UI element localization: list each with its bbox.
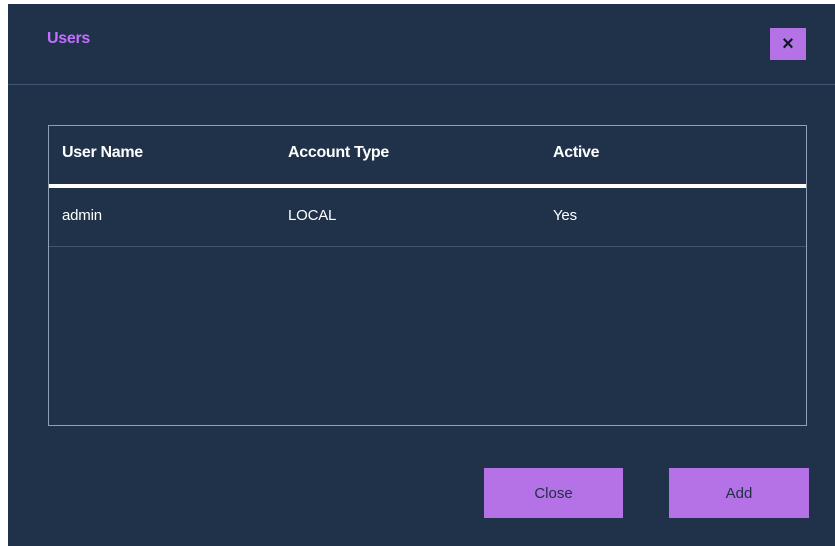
table-row[interactable]: admin LOCAL Yes: [49, 188, 806, 247]
users-table: User Name Account Type Active admin LOCA…: [48, 125, 807, 426]
close-icon[interactable]: ×: [770, 28, 806, 60]
cell-user-name: admin: [62, 207, 102, 224]
table-header: User Name Account Type Active: [49, 126, 806, 188]
close-button[interactable]: Close: [484, 468, 623, 518]
dialog-header: Users ×: [8, 4, 835, 85]
users-dialog: Users × User Name Account Type Active ad…: [8, 4, 835, 546]
cell-active: Yes: [553, 207, 577, 224]
column-header-user-name[interactable]: User Name: [62, 144, 143, 162]
column-header-account-type[interactable]: Account Type: [288, 144, 389, 162]
add-button[interactable]: Add: [669, 468, 809, 518]
dialog-title: Users: [47, 30, 90, 47]
cell-account-type: LOCAL: [288, 207, 337, 224]
column-header-active[interactable]: Active: [553, 144, 600, 162]
